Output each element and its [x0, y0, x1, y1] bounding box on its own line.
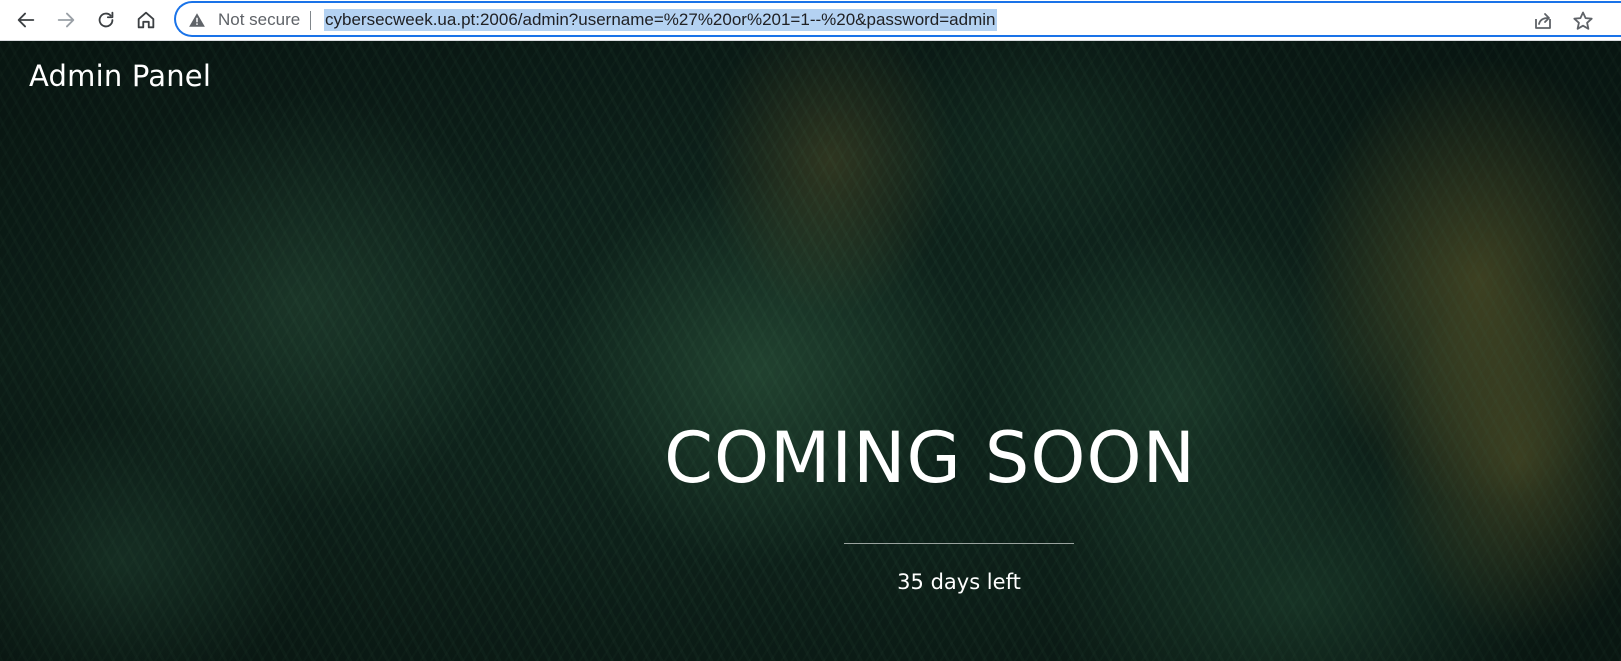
browser-toolbar: Not secure cybersecweek.ua.pt:2006/admin…	[0, 0, 1621, 41]
reload-icon	[98, 11, 114, 28]
site-brand-title[interactable]: Admin Panel	[29, 59, 211, 93]
arrow-right-icon	[57, 12, 75, 28]
background-overlay	[0, 41, 1621, 661]
page-viewport: Admin Panel COMING SOON 35 days left	[0, 41, 1621, 661]
back-button[interactable]	[10, 4, 42, 36]
home-icon	[137, 11, 155, 29]
coming-soon-heading: COMING SOON	[664, 417, 1196, 499]
share-icon[interactable]	[1531, 9, 1555, 33]
countdown-text: 35 days left	[897, 570, 1021, 594]
star-icon[interactable]	[1571, 9, 1595, 33]
address-bar[interactable]: Not secure cybersecweek.ua.pt:2006/admin…	[174, 1, 1621, 37]
heading-divider	[844, 543, 1074, 544]
forward-button[interactable]	[50, 4, 82, 36]
omnibox-separator	[310, 11, 311, 30]
security-status-label[interactable]: Not secure	[218, 10, 300, 30]
home-button[interactable]	[130, 4, 162, 36]
arrow-left-icon	[17, 12, 35, 28]
url-text[interactable]: cybersecweek.ua.pt:2006/admin?username=%…	[324, 9, 997, 31]
warning-triangle-icon[interactable]	[188, 11, 206, 29]
reload-button[interactable]	[90, 4, 122, 36]
